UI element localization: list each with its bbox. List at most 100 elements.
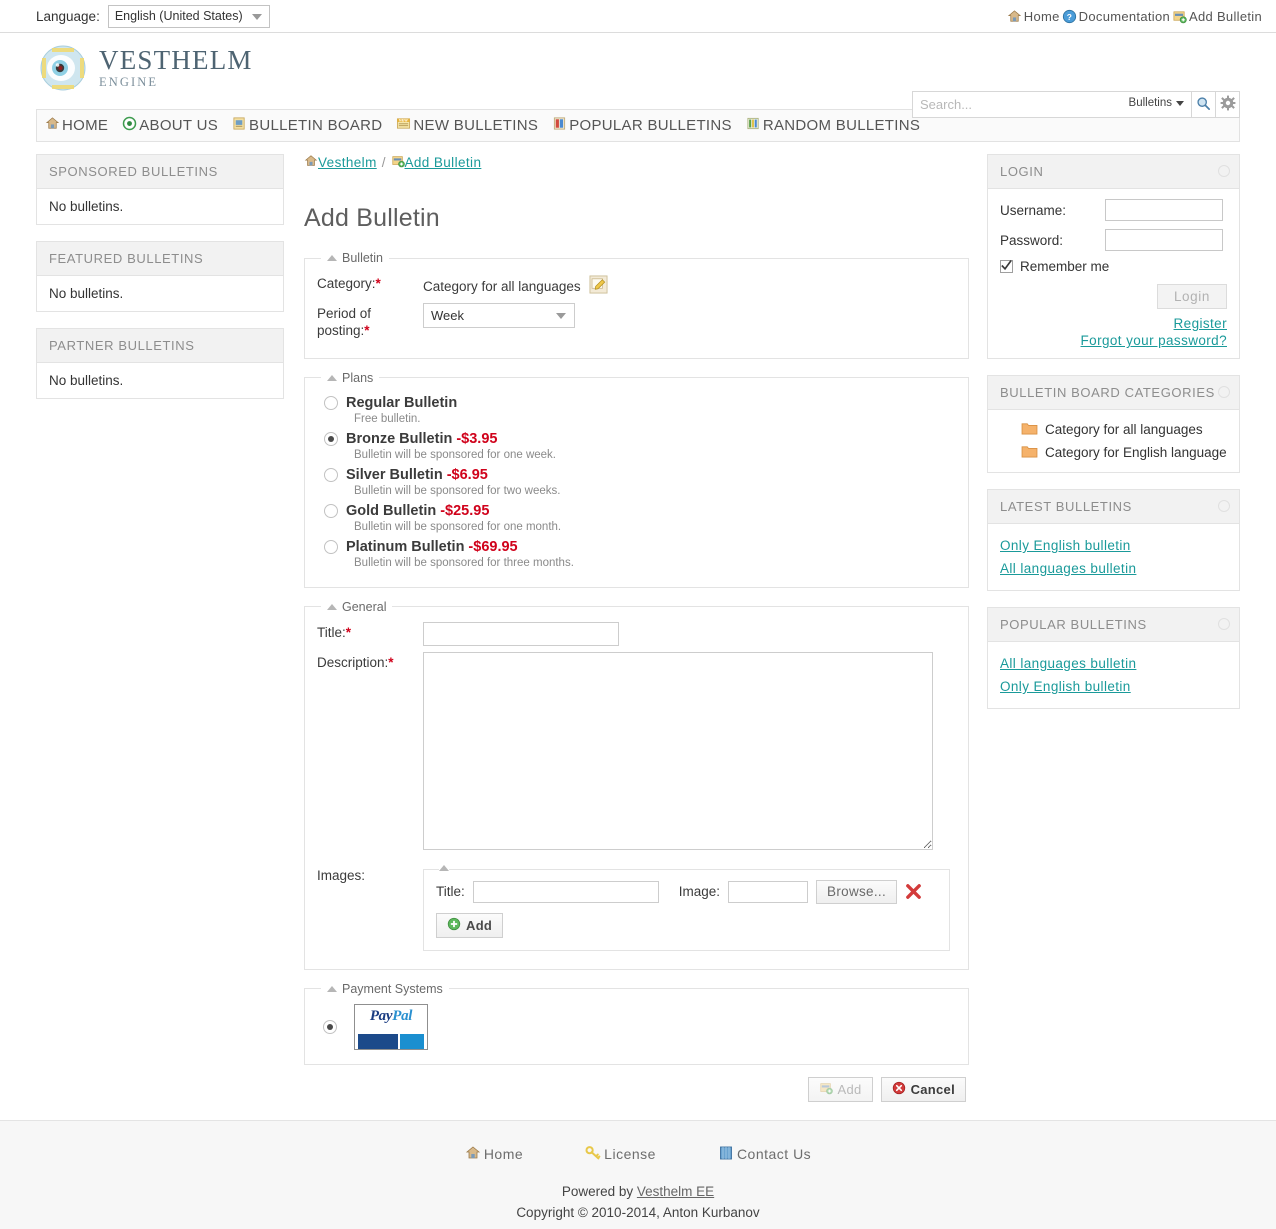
powered-by-link[interactable]: Vesthelm EE	[637, 1184, 714, 1199]
language-label: Language:	[36, 9, 100, 24]
search-category-dropdown[interactable]: Bulletins	[1129, 97, 1184, 109]
add-image-button[interactable]: Add	[436, 913, 503, 938]
category-item-english-language[interactable]: Category for English language	[1000, 441, 1227, 464]
breadcrumb-home-link[interactable]: Vesthelm	[318, 155, 377, 170]
remember-me-checkbox[interactable]	[1000, 260, 1013, 273]
plan-option-bronze[interactable]: Bronze Bulletin -$3.95	[324, 431, 956, 447]
top-link-home[interactable]: Home	[1007, 9, 1060, 24]
images-label: Images:	[317, 865, 423, 885]
plan-option-regular[interactable]: Regular Bulletin	[324, 395, 956, 411]
fieldset-general-legend-text: General	[342, 600, 386, 614]
footer-link-contact-us-label: Contact Us	[737, 1146, 811, 1162]
site-logo[interactable]: VESTHELM ENGINE	[36, 41, 253, 95]
popular-bulletin-link-2[interactable]: Only English bulletin	[1000, 679, 1131, 694]
radio-paypal[interactable]	[323, 1020, 337, 1034]
folder-icon	[1021, 421, 1038, 438]
footer-link-license-label: License	[604, 1146, 656, 1162]
book-icon	[718, 1145, 734, 1164]
radio-regular-bulletin[interactable]	[324, 396, 338, 410]
plan-desc-silver: Bulletin will be sponsored for two weeks…	[354, 485, 956, 497]
collapse-toggle-icon[interactable]	[1218, 386, 1230, 398]
username-input[interactable]	[1105, 199, 1223, 221]
login-button[interactable]: Login	[1157, 284, 1227, 309]
breadcrumb-separator: /	[382, 155, 386, 170]
top-link-documentation[interactable]: ? Documentation	[1062, 9, 1170, 24]
copyright-line: Copyright © 2010-2014, Anton Kurbanov	[0, 1203, 1276, 1224]
remember-me-row[interactable]: Remember me	[1000, 259, 1227, 274]
collapse-arrow-icon	[327, 986, 337, 992]
description-label-text: Description:	[317, 655, 388, 670]
fieldset-bulletin-legend[interactable]: Bulletin	[321, 251, 389, 265]
nav-item-bulletin-board[interactable]: BULLETIN BOARD	[232, 116, 382, 135]
latest-bulletin-link-1[interactable]: Only English bulletin	[1000, 538, 1131, 553]
footer-link-license[interactable]: License	[585, 1145, 656, 1164]
description-textarea[interactable]	[423, 652, 933, 850]
plan-desc-regular: Free bulletin.	[354, 413, 956, 425]
footer-link-contact-us[interactable]: Contact Us	[718, 1145, 811, 1164]
panel-partner-bulletins-body: No bulletins.	[37, 363, 283, 398]
plan-option-platinum[interactable]: Platinum Bulletin -$69.95	[324, 539, 956, 555]
forgot-password-link[interactable]: Forgot your password?	[1000, 333, 1227, 348]
search-area: Bulletins	[912, 91, 1240, 118]
panel-title-text: SPONSORED BULLETINS	[49, 164, 218, 179]
collapse-toggle-icon[interactable]	[1218, 165, 1230, 177]
collapse-toggle-icon[interactable]	[1218, 618, 1230, 630]
search-input[interactable]	[913, 92, 1093, 117]
nav-item-home[interactable]: HOME	[45, 116, 108, 135]
popular-icon	[552, 116, 567, 135]
delete-x-icon[interactable]	[905, 883, 922, 900]
fieldset-plans-legend[interactable]: Plans	[321, 371, 379, 385]
category-item-all-languages[interactable]: Category for all languages	[1000, 418, 1227, 441]
submit-add-button[interactable]: Add	[808, 1077, 873, 1102]
nav-item-new-bulletins[interactable]: NEW NEW BULLETINS	[396, 116, 538, 135]
collapse-toggle-icon[interactable]	[1218, 500, 1230, 512]
popular-bulletin-link-1[interactable]: All languages bulletin	[1000, 656, 1136, 671]
panel-partner-bulletins: PARTNER BULLETINS No bulletins.	[36, 328, 284, 399]
nav-item-popular-bulletins[interactable]: POPULAR BULLETINS	[552, 116, 732, 135]
register-link[interactable]: Register	[1000, 316, 1227, 331]
search-submit-button[interactable]	[1192, 91, 1216, 118]
plus-circle-icon	[447, 917, 461, 934]
nav-item-bulletin-board-label: BULLETIN BOARD	[249, 117, 382, 134]
login-button-wrap: Login	[1000, 284, 1227, 309]
footer-links: Home License Contact Us	[0, 1145, 1276, 1164]
browse-button[interactable]: Browse...	[816, 880, 897, 904]
plan-price-bronze: -$3.95	[456, 431, 497, 447]
new-icon: NEW	[396, 116, 411, 135]
plan-option-silver[interactable]: Silver Bulletin -$6.95	[324, 467, 956, 483]
nav-item-about-us[interactable]: ABOUT US	[122, 116, 218, 135]
field-row-category: Category:* Category for all languages	[317, 273, 956, 297]
latest-bulletin-link-2[interactable]: All languages bulletin	[1000, 561, 1136, 576]
radio-silver-bulletin[interactable]	[324, 468, 338, 482]
search-settings-button[interactable]	[1216, 91, 1240, 118]
fieldset-payment-legend[interactable]: Payment Systems	[321, 982, 449, 996]
fieldset-bulletin-legend-text: Bulletin	[342, 251, 383, 265]
image-file-input[interactable]	[728, 881, 808, 903]
fieldset-general-legend[interactable]: General	[321, 600, 392, 614]
plan-name-bronze: Bronze Bulletin	[346, 431, 452, 447]
required-marker: *	[364, 323, 369, 338]
right-sidebar: LOGIN Username: Password: Remember me	[987, 154, 1240, 725]
page-body: SPONSORED BULLETINS No bulletins. FEATUR…	[0, 142, 1276, 1102]
image-title-input[interactable]	[473, 881, 659, 903]
key-icon	[585, 1145, 601, 1164]
radio-gold-bulletin[interactable]	[324, 504, 338, 518]
radio-bronze-bulletin[interactable]	[324, 432, 338, 446]
period-of-posting-select[interactable]: Week	[423, 303, 575, 328]
title-input[interactable]	[423, 622, 619, 646]
nav-item-popular-bulletins-label: POPULAR BULLETINS	[569, 117, 732, 134]
plan-option-gold[interactable]: Gold Bulletin -$25.95	[324, 503, 956, 519]
cancel-button[interactable]: Cancel	[881, 1077, 966, 1102]
top-link-add-bulletin[interactable]: Add Bulletin	[1172, 9, 1262, 24]
edit-category-icon[interactable]	[589, 275, 608, 297]
language-select[interactable]: English (United States)	[108, 5, 270, 28]
nav-item-random-bulletins[interactable]: RANDOM BULLETINS	[746, 116, 920, 135]
plan-price-silver: -$6.95	[447, 467, 488, 483]
footer-link-home[interactable]: Home	[465, 1145, 523, 1164]
payment-method-row[interactable]: PayPal	[317, 1004, 956, 1050]
cancel-icon	[892, 1081, 906, 1098]
plan-name-regular: Regular Bulletin	[346, 395, 457, 411]
password-input[interactable]	[1105, 229, 1223, 251]
breadcrumb-current-link[interactable]: Add Bulletin	[405, 155, 482, 170]
radio-platinum-bulletin[interactable]	[324, 540, 338, 554]
